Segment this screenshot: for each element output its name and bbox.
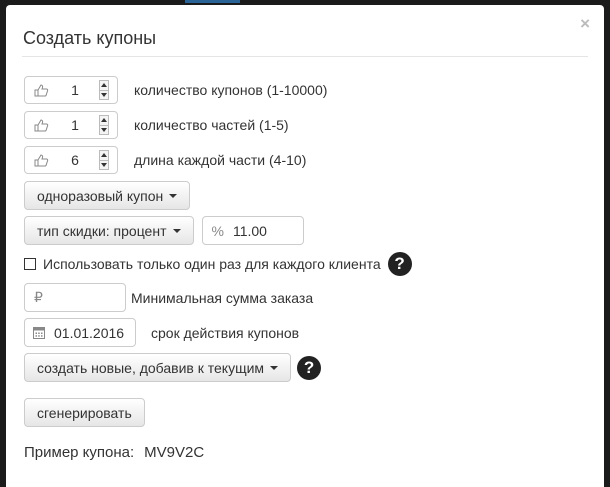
- discount-type-dropdown[interactable]: тип скидки: процент: [24, 216, 194, 245]
- example-code: MV9V2C: [144, 444, 205, 461]
- spinner-up-icon[interactable]: [100, 81, 108, 91]
- generation-mode-label: создать новые, добавив к текущим: [37, 359, 265, 376]
- spinner-up-icon[interactable]: [100, 116, 108, 126]
- caret-down-icon: [172, 228, 181, 233]
- close-button[interactable]: ×: [580, 15, 590, 33]
- min-order-label: Минимальная сумма заказа: [131, 289, 314, 306]
- part-length-spinner[interactable]: 6: [24, 146, 118, 174]
- expiry-date-input[interactable]: 01.01.2016: [24, 318, 136, 347]
- discount-value: 11.00: [232, 222, 267, 239]
- once-per-client-checkbox[interactable]: [24, 258, 36, 270]
- once-per-client-label[interactable]: Использовать только один раз для каждого…: [43, 256, 381, 272]
- expiry-label: срок действия купонов: [151, 324, 300, 341]
- create-coupons-dialog: × Создать купоны 1 количество купонов (1…: [6, 5, 604, 487]
- generate-button[interactable]: сгенерировать: [24, 398, 145, 427]
- calendar-icon[interactable]: [33, 326, 45, 339]
- parts-count-value: 1: [71, 117, 79, 133]
- parts-count-spinner[interactable]: 1: [24, 111, 118, 139]
- caret-down-icon: [169, 193, 178, 198]
- discount-row: тип скидки: процент % 11.00: [24, 216, 304, 245]
- spinner-arrows[interactable]: [99, 115, 109, 135]
- min-order-input[interactable]: ₽: [24, 283, 126, 312]
- coupon-count-spinner[interactable]: 1: [24, 76, 118, 104]
- generation-mode-dropdown[interactable]: создать новые, добавив к текущим: [24, 353, 292, 382]
- discount-value-input[interactable]: % 11.00: [201, 216, 304, 245]
- min-order-row: ₽ Минимальная сумма заказа: [24, 283, 313, 312]
- parts-count-row: 1 количество частей (1-5): [24, 111, 289, 139]
- expiry-date-value: 01.01.2016: [54, 324, 125, 341]
- spinner-up-icon[interactable]: [100, 151, 108, 161]
- example-label: Пример купона:: [24, 444, 135, 461]
- expiry-row: 01.01.2016 срок действия купонов: [24, 318, 299, 347]
- coupon-type-row: одноразовый купон: [24, 181, 191, 210]
- parts-count-label: количество частей (1-5): [134, 117, 289, 133]
- spinner-down-icon[interactable]: [100, 91, 108, 100]
- example-row: Пример купона: MV9V2C: [24, 444, 204, 461]
- part-length-value: 6: [71, 152, 79, 168]
- mode-row: создать новые, добавив к текущим ?: [24, 353, 322, 382]
- spinner-arrows[interactable]: [99, 150, 109, 170]
- help-icon[interactable]: ?: [297, 355, 322, 380]
- percent-icon: %: [211, 222, 224, 239]
- ruble-icon: ₽: [34, 289, 43, 305]
- generate-label: сгенерировать: [37, 404, 132, 421]
- coupon-type-label: одноразовый купон: [37, 187, 164, 204]
- coupon-count-label: количество купонов (1-10000): [134, 82, 328, 98]
- part-length-label: длина каждой части (4-10): [134, 152, 307, 168]
- spinner-down-icon[interactable]: [100, 161, 108, 170]
- once-per-client-row: Использовать только один раз для каждого…: [24, 252, 412, 276]
- coupon-count-value: 1: [71, 82, 79, 98]
- part-length-row: 6 длина каждой части (4-10): [24, 146, 306, 174]
- coupon-type-dropdown[interactable]: одноразовый купон: [24, 181, 191, 210]
- thumbs-up-icon: [25, 153, 57, 167]
- discount-type-label: тип скидки: процент: [37, 222, 167, 239]
- top-accent-bar: [185, 0, 240, 3]
- dialog-title: Создать купоны: [23, 28, 157, 48]
- thumbs-up-icon: [25, 118, 57, 132]
- spinner-arrows[interactable]: [99, 80, 109, 100]
- header-divider: [22, 56, 588, 57]
- thumbs-up-icon: [25, 83, 57, 97]
- help-icon[interactable]: ?: [387, 252, 412, 276]
- generate-row: сгенерировать: [24, 398, 145, 427]
- coupon-count-row: 1 количество купонов (1-10000): [24, 76, 327, 104]
- spinner-down-icon[interactable]: [100, 126, 108, 135]
- caret-down-icon: [270, 365, 279, 370]
